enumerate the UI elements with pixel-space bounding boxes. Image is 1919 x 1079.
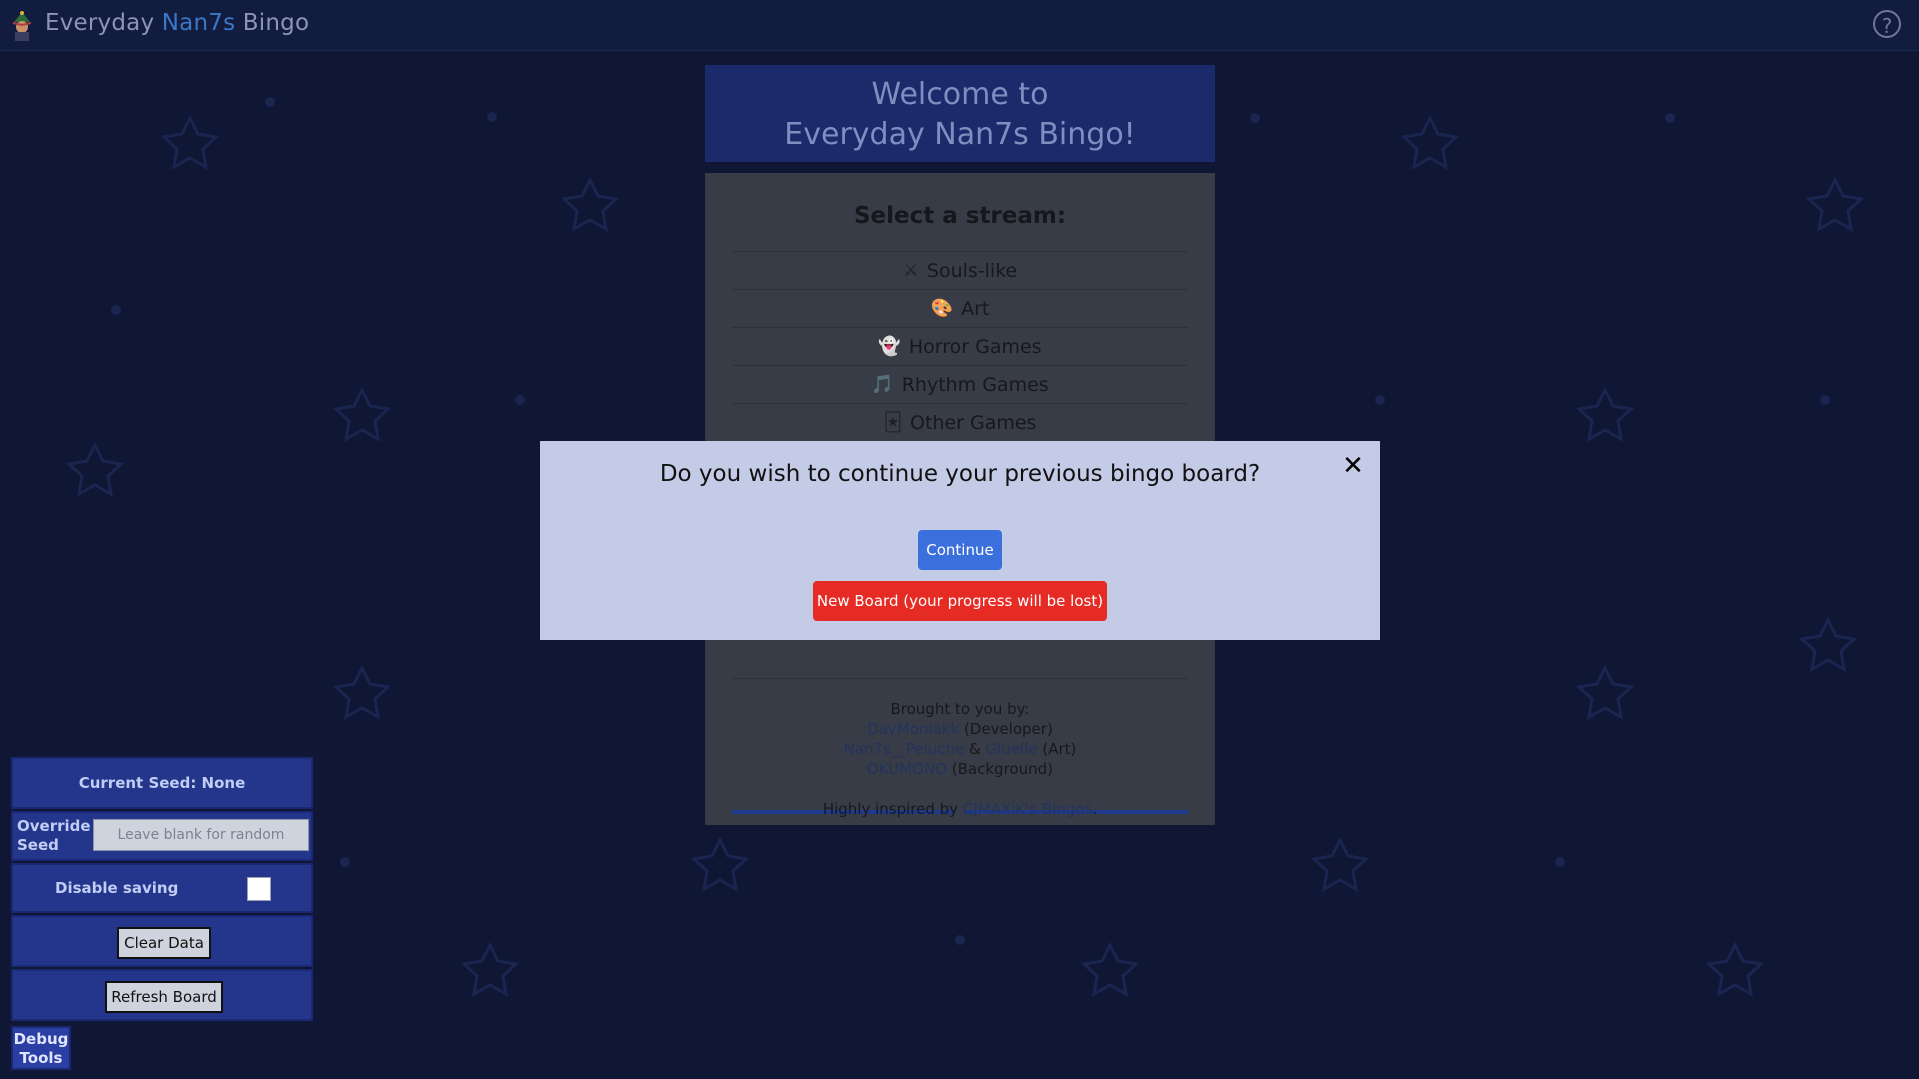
palette-icon: 🎨 [930, 298, 954, 319]
inspired-suffix: . [1092, 800, 1098, 818]
app-title: Everyday Nan7s Bingo [45, 10, 309, 36]
app-title-part1: Everyday [45, 10, 162, 36]
continue-button[interactable]: Continue [918, 530, 1002, 570]
current-seed-display: Current Seed: None [11, 757, 313, 809]
stream-list: ⚔ Souls-like 🎨 Art 👻 Horror Games 🎵 Rhyt… [732, 251, 1188, 441]
refresh-board-row: Refresh Board [11, 969, 313, 1021]
stream-item-label: Rhythm Games [901, 373, 1049, 396]
background-role: (Background) [947, 760, 1053, 778]
stream-heading: Select a stream: [853, 203, 1067, 229]
close-icon[interactable]: ✕ [1340, 453, 1366, 479]
stream-item-label: Horror Games [908, 335, 1042, 358]
inspired-prefix: Highly inspired by [822, 800, 963, 818]
help-button[interactable]: ? [1873, 10, 1901, 38]
modal-question: Do you wish to continue your previous bi… [659, 461, 1261, 487]
override-seed-row: Override Seed Leave blank for random [11, 811, 313, 861]
artist-link-2[interactable]: Gluelle [986, 740, 1038, 758]
credits-intro: Brought to you by: [890, 700, 1030, 718]
stream-item-other-games[interactable]: 🃏 Other Games [732, 403, 1188, 441]
music-note-icon: 🎵 [871, 374, 894, 395]
artist-link-1[interactable]: Nan7s__Peluche [844, 740, 965, 758]
refresh-board-button[interactable]: Refresh Board [105, 981, 223, 1013]
swords-icon: ⚔ [902, 260, 919, 281]
art-role: (Art) [1037, 740, 1077, 758]
developer-link[interactable]: DayMoniakk [867, 720, 959, 738]
welcome-card: Welcome to Everyday Nan7s Bingo! [705, 65, 1215, 162]
continue-board-modal: Do you wish to continue your previous bi… [540, 441, 1380, 640]
disable-saving-row: Disable saving [11, 863, 313, 913]
stream-item-label: Souls-like [926, 259, 1018, 282]
ghost-icon: 👻 [878, 336, 901, 357]
credits-background-line: OKUMONO (Background) [705, 759, 1215, 779]
stream-item-souls-like[interactable]: ⚔ Souls-like [732, 251, 1188, 289]
stream-item-label: Other Games [909, 411, 1037, 434]
ampersand: & [964, 740, 986, 758]
top-bar: Everyday Nan7s Bingo ? [0, 0, 1919, 51]
credits-developer-line: DayMoniakk (Developer) [705, 719, 1215, 739]
stream-item-horror-games[interactable]: 👻 Horror Games [732, 327, 1188, 365]
new-board-button[interactable]: New Board (your progress will be lost) [813, 581, 1107, 621]
welcome-line-2: Everyday Nan7s Bingo! [784, 117, 1136, 152]
jester-logo-icon [12, 11, 32, 41]
disable-saving-checkbox[interactable] [247, 877, 271, 901]
developer-role: (Developer) [959, 720, 1053, 738]
override-seed-label: Override Seed [17, 817, 91, 854]
disable-saving-label: Disable saving [55, 879, 179, 897]
stream-item-label: Art [961, 297, 990, 320]
app-title-accent: Nan7s [161, 10, 236, 36]
override-seed-input[interactable]: Leave blank for random [93, 819, 309, 851]
inspiration-link[interactable]: CJMAXiK's Bingos [963, 800, 1093, 818]
credits-art-line: Nan7s__Peluche & Gluelle (Art) [705, 739, 1215, 759]
credits-divider [732, 678, 1188, 679]
debug-tools-toggle[interactable]: Debug Tools [11, 1026, 71, 1070]
welcome-line-1: Welcome to [871, 77, 1049, 112]
debug-panel: Current Seed: None Override Seed Leave b… [11, 757, 313, 1023]
clear-data-button[interactable]: Clear Data [117, 927, 211, 959]
inspired-by-line: Highly inspired by CJMAXiK's Bingos. [705, 799, 1215, 819]
card-icon: 🃏 [883, 412, 902, 433]
background-artist-link[interactable]: OKUMONO [867, 760, 947, 778]
app-title-part3: Bingo [235, 10, 310, 36]
clear-data-row: Clear Data [11, 915, 313, 967]
stream-item-art[interactable]: 🎨 Art [732, 289, 1188, 327]
credits: Brought to you by: DayMoniakk (Developer… [705, 678, 1215, 819]
stream-item-rhythm-games[interactable]: 🎵 Rhythm Games [732, 365, 1188, 403]
